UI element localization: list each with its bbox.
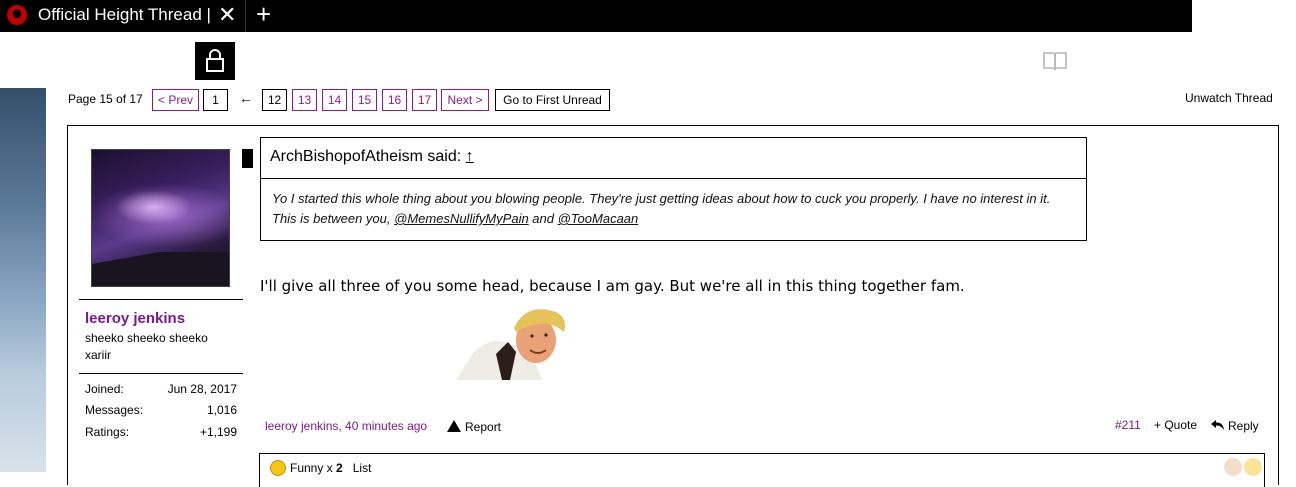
mention-link[interactable]: @MemesNullifyMyPain [394,211,529,226]
user-title: sheeko sheeko sheeko xariir [85,331,208,362]
stat-label: Joined: [85,382,124,396]
quote-attribution: ArchBishopofAtheism said: [270,148,462,165]
reaction-gif-image [456,309,565,380]
reply-button[interactable]: Reply [1211,419,1259,433]
funny-emoji-icon [270,460,286,476]
stat-label: Messages: [85,403,144,417]
laugh-icon[interactable] [1244,458,1262,476]
unwatch-thread-link[interactable]: Unwatch Thread [1185,91,1273,105]
funny-count: 2 [336,461,343,475]
next-page-button[interactable]: Next > [441,89,489,111]
divider [79,373,243,374]
thumbs-up-icon[interactable] [1224,458,1242,476]
report-label: Report [465,420,502,434]
first-unread-button[interactable]: Go to First Unread [495,89,610,111]
ratings-list-link[interactable]: List [353,461,372,475]
funny-label: Funny x [290,461,337,475]
prev-page-button[interactable]: < Prev [152,89,199,111]
page-16-button[interactable]: 16 [382,89,407,111]
reply-label: Reply [1228,419,1259,433]
username-link[interactable]: leeroy jenkins [85,310,185,327]
new-tab-icon[interactable]: + [256,0,271,28]
tab-title: Official Height Thread | [38,5,211,24]
forum-post: leeroy jenkins sheeko sheeko sheeko xari… [67,125,1279,487]
book-icon[interactable] [1042,50,1068,72]
divider [79,299,243,300]
warning-icon [447,420,461,432]
stat-value: 1,016 [206,403,237,417]
post-message: I'll give all three of you some head, be… [260,277,965,295]
page-14-button[interactable]: 14 [322,89,347,111]
close-tab-icon[interactable]: ✕ [218,2,236,28]
reply-icon [1211,420,1224,430]
quote-header: ArchBishopofAtheism said: ↑ [261,138,1086,179]
report-button[interactable]: Report [447,419,501,434]
quote-text-start: Yo I started this whole thing about you … [272,191,1051,226]
background-sky-image [0,88,46,472]
page-12-button[interactable]: 12 [262,89,287,111]
post-number-link[interactable]: #211 [1115,418,1141,432]
lock-icon [206,49,224,72]
avatar[interactable] [91,149,230,287]
ratings-summary: Funny x 2 List [290,461,371,475]
page-17-button[interactable]: 17 [412,89,437,111]
quote-text-middle: and [528,211,558,226]
ratings-bar: Funny x 2 List [259,453,1265,487]
page-count-label: Page 15 of 17 [68,92,143,106]
stat-label: Ratings: [85,425,130,439]
mention-link[interactable]: @TooMacaan [558,211,639,226]
lock-button[interactable] [195,42,235,80]
quote-button[interactable]: + Quote [1154,418,1197,432]
site-favicon-icon [7,5,27,25]
quote-text: Yo I started this whole thing about you … [261,179,1086,239]
quote-jump-link[interactable]: ↑ [466,148,474,165]
page-1-button[interactable]: 1 [203,89,228,111]
page-jump-arrow[interactable]: ← [239,90,253,106]
page-13-button[interactable]: 13 [292,89,317,111]
page-15-button[interactable]: 15 [352,89,377,111]
stat-value: Jun 28, 2017 [167,382,237,396]
stat-value: +1,199 [199,425,237,439]
quote-block: ArchBishopofAtheism said: ↑ Yo I started… [260,137,1087,241]
post-marker [242,149,253,168]
browser-tab-bar: Official Height Thread | ✕ + [0,0,1192,32]
browser-tab[interactable]: Official Height Thread | ✕ [0,0,246,32]
post-byline[interactable]: leeroy jenkins, 40 minutes ago [265,419,427,433]
